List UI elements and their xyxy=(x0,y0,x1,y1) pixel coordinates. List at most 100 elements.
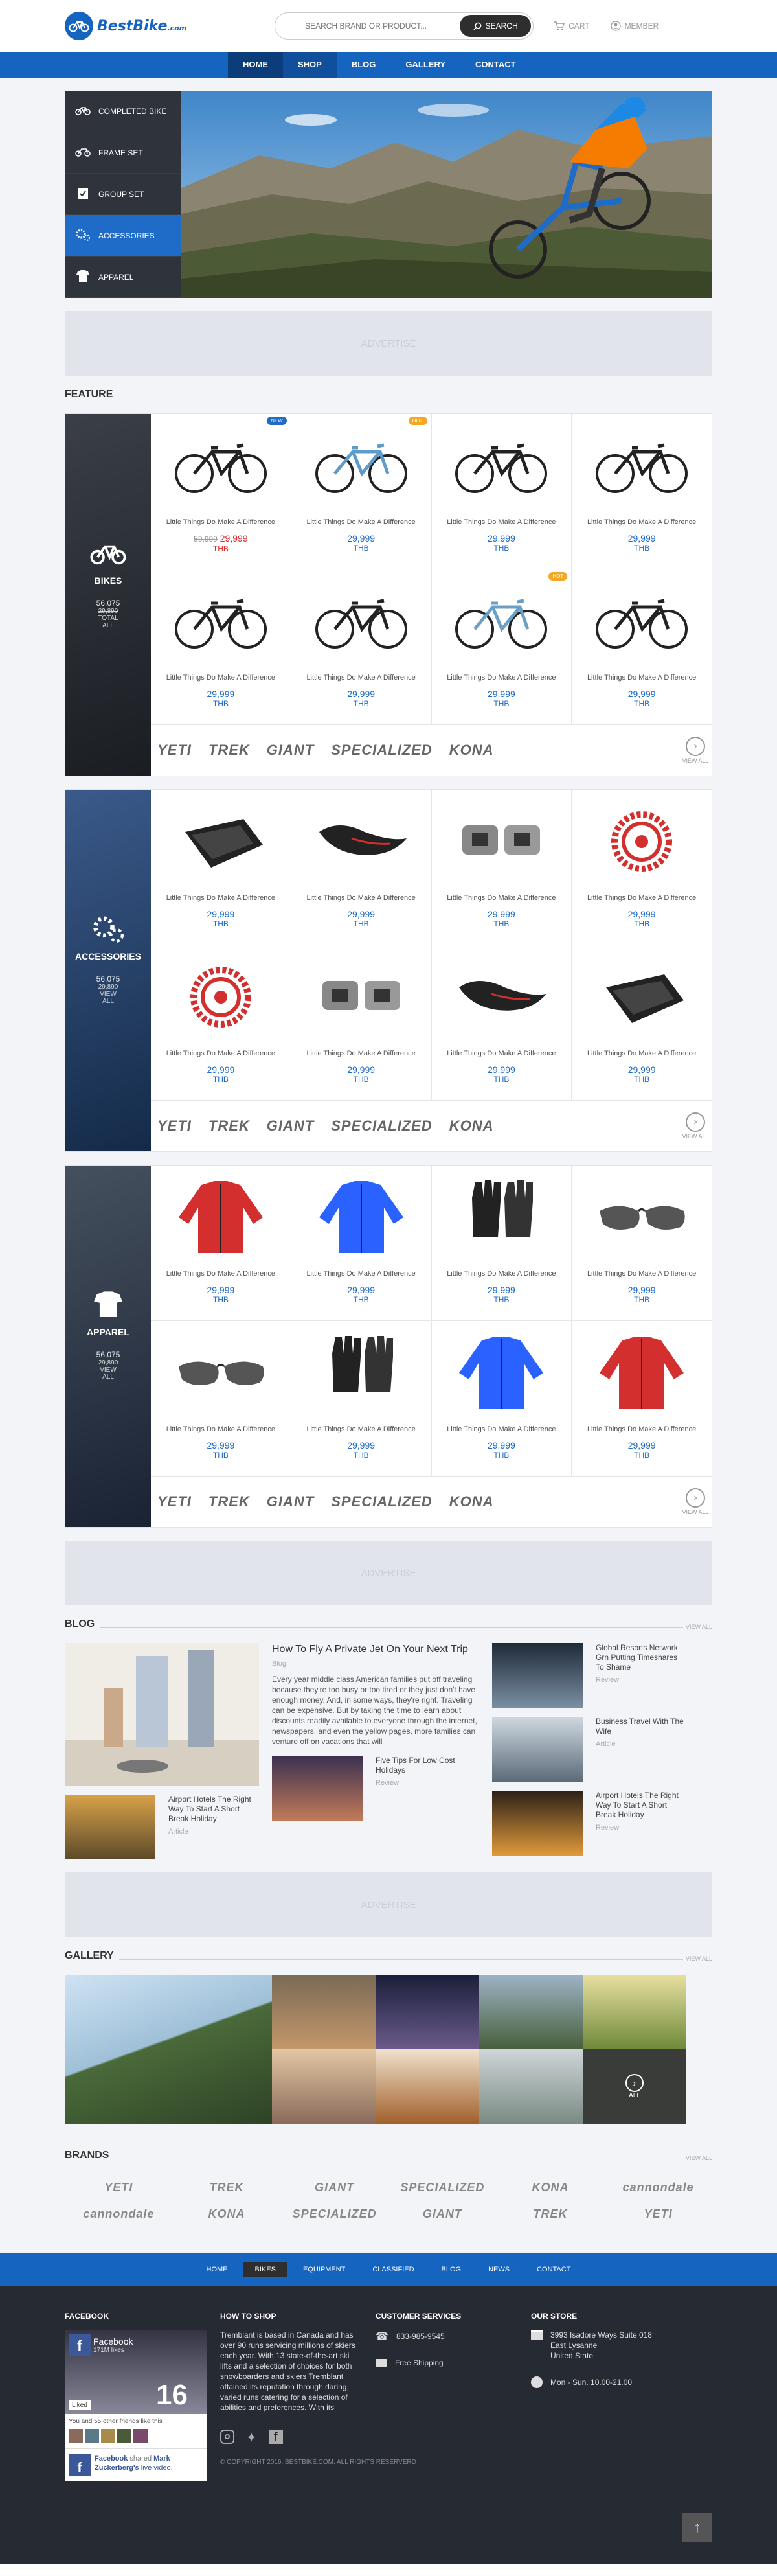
gallery-item[interactable] xyxy=(376,2049,479,2124)
blog-small-post-2[interactable]: Global Resorts Network Grn Putting Times… xyxy=(492,1643,686,1708)
nav-shop[interactable]: SHOP xyxy=(283,52,337,78)
brand-logo[interactable]: KONA xyxy=(173,2207,281,2221)
brand-logo[interactable]: SPECIALIZED xyxy=(388,2181,497,2194)
brand-logo-yeti[interactable]: YETI xyxy=(157,742,192,759)
brand-logo-kona[interactable]: KONA xyxy=(449,1493,494,1510)
product-card[interactable]: Little Things Do Make A Difference 29,999… xyxy=(151,790,291,945)
gallery-view-all[interactable]: VIEW ALL xyxy=(686,1955,712,1962)
brand-logo[interactable]: GIANT xyxy=(388,2207,497,2221)
brand-logo-giant[interactable]: GIANT xyxy=(267,742,314,759)
category-group-set[interactable]: GROUP SET xyxy=(65,174,181,215)
product-card[interactable]: NEW Little Things Do Make A Difference 59,… xyxy=(151,414,291,569)
gallery-item[interactable] xyxy=(272,2049,376,2124)
feature-side-accessories[interactable]: ACCESSORIES 56,075 29,890 VIEW ALL xyxy=(65,790,151,1151)
product-card[interactable]: Little Things Do Make A Difference 29,999… xyxy=(151,569,291,724)
feature-side-bikes[interactable]: BIKES 56,075 29,890 TOTAL ALL xyxy=(65,414,151,776)
brand-logo-yeti[interactable]: YETI xyxy=(157,1493,192,1510)
blog-main-image[interactable] xyxy=(65,1643,259,1786)
nav-blog[interactable]: BLOG xyxy=(337,52,391,78)
advert-banner-3[interactable]: ADVERTISE xyxy=(65,1872,712,1937)
blog-small-post-0[interactable]: Airport Hotels The Right Way To Start A … xyxy=(65,1795,259,1859)
member-link[interactable]: MEMBER xyxy=(610,21,659,31)
brand-logo[interactable]: SPECIALIZED xyxy=(280,2207,388,2221)
gallery-item[interactable] xyxy=(272,1975,376,2049)
brand-logo[interactable]: GIANT xyxy=(280,2181,388,2194)
gallery-item[interactable] xyxy=(479,1975,583,2049)
hero-image[interactable] xyxy=(181,91,712,298)
brand-logo-specialized[interactable]: SPECIALIZED xyxy=(331,1118,432,1134)
back-to-top-button[interactable]: ↑ xyxy=(682,2513,712,2542)
product-card[interactable]: Little Things Do Make A Difference 29,999… xyxy=(291,790,432,945)
advert-banner-1[interactable]: ADVERTISE xyxy=(65,311,712,376)
product-card[interactable]: Little Things Do Make A Difference 29,999… xyxy=(151,1166,291,1320)
brand-logo-giant[interactable]: GIANT xyxy=(267,1118,314,1134)
footer-phone[interactable]: 833-985-9545 xyxy=(396,2332,445,2341)
category-apparel[interactable]: APPAREL xyxy=(65,257,181,298)
brand-logo-yeti[interactable]: YETI xyxy=(157,1118,192,1134)
product-card[interactable]: Little Things Do Make A Difference 29,999… xyxy=(291,1166,432,1320)
brand-logo-trek[interactable]: TREK xyxy=(208,1118,250,1134)
category-completed-bike[interactable]: COMPLETED BIKE xyxy=(65,91,181,132)
brand-logo-specialized[interactable]: SPECIALIZED xyxy=(331,742,432,759)
brand-logo[interactable]: cannondale xyxy=(604,2181,712,2194)
product-card[interactable]: Little Things Do Make A Difference 29,999… xyxy=(432,1321,572,1476)
brand-logo[interactable]: cannondale xyxy=(65,2207,173,2221)
site-logo[interactable]: BestBike.com xyxy=(65,12,186,40)
view-all-button[interactable]: › VIEW ALL xyxy=(679,1477,712,1527)
product-card[interactable]: Little Things Do Make A Difference 29,999… xyxy=(432,790,572,945)
instagram-icon[interactable] xyxy=(220,2430,234,2444)
footer-nav-home[interactable]: HOME xyxy=(195,2262,240,2277)
product-card[interactable]: HOT Little Things Do Make A Difference 29,… xyxy=(432,569,572,724)
brand-logo-trek[interactable]: TREK xyxy=(208,742,250,759)
product-card[interactable]: Little Things Do Make A Difference 29,999… xyxy=(151,945,291,1100)
footer-nav-bikes[interactable]: BIKES xyxy=(243,2262,287,2277)
view-all-button[interactable]: › VIEW ALL xyxy=(679,1101,712,1151)
brands-view-all[interactable]: VIEW ALL xyxy=(686,2155,712,2161)
gallery-item[interactable] xyxy=(583,1975,686,2049)
product-card[interactable]: Little Things Do Make A Difference 29,999… xyxy=(572,1321,712,1476)
blog-small-post-4[interactable]: Airport Hotels The Right Way To Start A … xyxy=(492,1791,686,1856)
view-all-button[interactable]: › VIEW ALL xyxy=(679,725,712,776)
footer-nav-contact[interactable]: CONTACT xyxy=(525,2262,582,2277)
blog-small-post-1[interactable]: Five Tips For Low Cost Holidays Review xyxy=(272,1756,479,1821)
fb-liked-button[interactable]: Liked xyxy=(69,2400,91,2410)
footer-nav-equipment[interactable]: EQUIPMENT xyxy=(291,2262,357,2277)
footer-nav-classified[interactable]: CLASSIFIED xyxy=(361,2262,425,2277)
brand-logo-kona[interactable]: KONA xyxy=(449,742,494,759)
advert-banner-2[interactable]: ADVERTISE xyxy=(65,1541,712,1605)
product-card[interactable]: Little Things Do Make A Difference 29,999… xyxy=(432,414,572,569)
product-card[interactable]: Little Things Do Make A Difference 29,999… xyxy=(572,569,712,724)
blog-view-all[interactable]: VIEW ALL xyxy=(686,1624,712,1630)
nav-gallery[interactable]: GALLERY xyxy=(390,52,460,78)
brand-logo[interactable]: YETI xyxy=(65,2181,173,2194)
twitter-icon[interactable]: ✦ xyxy=(246,2430,257,2446)
product-card[interactable]: Little Things Do Make A Difference 29,999… xyxy=(291,1321,432,1476)
product-card[interactable]: Little Things Do Make A Difference 29,999… xyxy=(432,1166,572,1320)
nav-contact[interactable]: CONTACT xyxy=(460,52,531,78)
gallery-item[interactable] xyxy=(376,1975,479,2049)
product-card[interactable]: Little Things Do Make A Difference 29,999… xyxy=(151,1321,291,1476)
brand-logo[interactable]: TREK xyxy=(173,2181,281,2194)
facebook-icon[interactable]: f xyxy=(268,2430,283,2444)
product-card[interactable]: Little Things Do Make A Difference 29,999… xyxy=(572,790,712,945)
cart-link[interactable]: CART xyxy=(554,21,590,30)
product-card[interactable]: HOT Little Things Do Make A Difference 29,… xyxy=(291,414,432,569)
brand-logo-kona[interactable]: KONA xyxy=(449,1118,494,1134)
nav-home[interactable]: HOME xyxy=(228,52,283,78)
product-card[interactable]: Little Things Do Make A Difference 29,999… xyxy=(291,569,432,724)
brand-logo-trek[interactable]: TREK xyxy=(208,1493,250,1510)
category-accessories[interactable]: ACCESSORIES xyxy=(65,215,181,257)
gallery-item[interactable] xyxy=(65,1975,272,2124)
gallery-item[interactable] xyxy=(479,2049,583,2124)
gallery-more[interactable]: › ALL xyxy=(583,2049,686,2124)
product-card[interactable]: Little Things Do Make A Difference 29,999… xyxy=(572,1166,712,1320)
brand-logo-specialized[interactable]: SPECIALIZED xyxy=(331,1493,432,1510)
category-frame-set[interactable]: FRAME SET xyxy=(65,132,181,174)
blog-small-post-3[interactable]: Business Travel With The Wife Article xyxy=(492,1717,686,1782)
footer-nav-blog[interactable]: BLOG xyxy=(430,2262,473,2277)
footer-nav-news[interactable]: NEWS xyxy=(477,2262,521,2277)
footer-shipping[interactable]: Free Shipping xyxy=(395,2358,444,2367)
feature-side-apparel[interactable]: APPAREL 56,075 29,890 VIEW ALL xyxy=(65,1166,151,1527)
product-card[interactable]: Little Things Do Make A Difference 29,999… xyxy=(432,945,572,1100)
blog-main-post[interactable]: How To Fly A Private Jet On Your Next Tr… xyxy=(272,1643,479,1747)
